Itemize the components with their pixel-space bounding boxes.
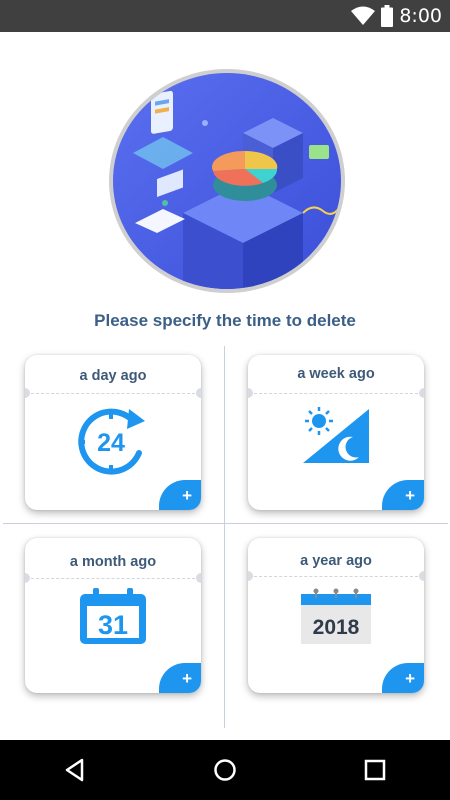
status-bar: 8:00 <box>0 0 450 32</box>
card-divider <box>31 393 195 394</box>
card-day-ago[interactable]: a day ago 24 + <box>25 355 201 510</box>
card-title: a day ago <box>79 368 147 384</box>
grid-divider-horizontal <box>3 523 448 524</box>
card-title: a year ago <box>300 553 372 569</box>
clock-number: 24 <box>97 429 125 457</box>
prompt-text: Please specify the time to delete <box>94 311 356 330</box>
add-button[interactable]: + <box>382 663 424 693</box>
navigation-bar <box>0 740 450 800</box>
day-night-icon <box>299 407 373 474</box>
card-title: a month ago <box>69 554 157 570</box>
recents-icon[interactable] <box>360 755 390 785</box>
card-divider <box>254 576 418 577</box>
hero-illustration <box>109 69 345 293</box>
status-time: 8:00 <box>399 5 442 27</box>
card-month-ago[interactable]: a month ago 31 + <box>25 538 201 693</box>
add-button[interactable]: + <box>159 663 201 693</box>
add-button[interactable]: + <box>159 480 201 510</box>
24-hour-clock-icon: 24 <box>73 407 153 482</box>
calendar-day: 31 <box>98 610 128 640</box>
home-icon[interactable] <box>210 755 240 785</box>
card-divider <box>31 578 195 579</box>
card-week-ago[interactable]: a week ago + <box>248 355 424 510</box>
card-year-ago[interactable]: a year ago 2018 + <box>248 538 424 693</box>
grid-divider-vertical <box>224 346 225 728</box>
card-divider <box>254 393 418 394</box>
card-title: a week ago <box>297 366 375 382</box>
wifi-icon <box>351 6 376 25</box>
calendar-icon: 31 <box>78 588 148 651</box>
back-icon[interactable] <box>60 755 90 785</box>
year-calendar-icon: 2018 <box>299 588 373 651</box>
battery-icon <box>381 5 394 27</box>
calendar-year: 2018 <box>313 616 360 639</box>
add-button[interactable]: + <box>382 480 424 510</box>
